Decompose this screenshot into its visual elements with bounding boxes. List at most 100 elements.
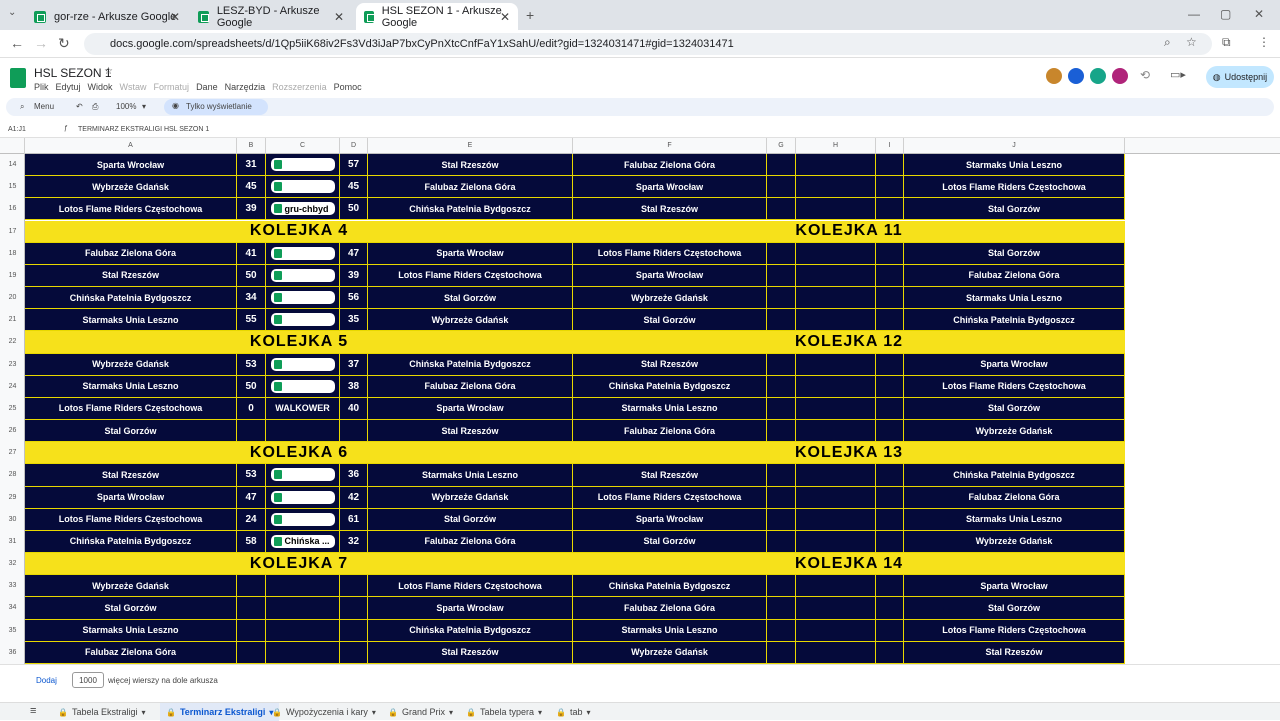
- cell-j[interactable]: Stal Gorzów: [904, 397, 1125, 421]
- cell-j[interactable]: Wybrzeże Gdańsk: [904, 530, 1125, 554]
- cell-j[interactable]: Chińska Patelnia Bydgoszcz: [904, 309, 1125, 332]
- cell-d[interactable]: [340, 641, 368, 664]
- file-chip[interactable]: wro-zbą: [270, 158, 335, 172]
- star-icon[interactable]: ☆: [104, 66, 113, 77]
- menu-tools[interactable]: Narzędzia: [225, 82, 266, 92]
- cell-c[interactable]: Stal Rzesz...: [266, 264, 340, 287]
- cell-e[interactable]: Falubaz Zielona Góra: [368, 375, 573, 398]
- browser-tab-1[interactable]: gor-rze - Arkusze Google ✕: [26, 3, 188, 30]
- cell-i[interactable]: [876, 154, 904, 177]
- column-header-b[interactable]: B: [237, 138, 266, 154]
- cell-g[interactable]: [767, 508, 796, 531]
- cell-d[interactable]: 56: [340, 287, 368, 310]
- cell-h[interactable]: [796, 420, 876, 443]
- meet-icon[interactable]: ▭▸: [1170, 68, 1186, 81]
- sheet-tab[interactable]: 🔒 Grand Prix ▾: [388, 703, 453, 721]
- cell-a[interactable]: Starmaks Unia Leszno: [25, 619, 237, 642]
- sheet-tab[interactable]: 🔒 Wypożyczenia i kary ▾: [272, 703, 376, 721]
- cell-h[interactable]: [796, 176, 876, 199]
- cell-a[interactable]: Falubaz Zielona Góra: [25, 242, 237, 265]
- close-window-icon[interactable]: ✕: [1254, 7, 1264, 21]
- cell-f[interactable]: Starmaks Unia Leszno: [573, 619, 767, 642]
- row-number[interactable]: 18: [0, 243, 25, 265]
- cell-i[interactable]: [876, 420, 904, 443]
- add-rows-button[interactable]: Dodaj: [36, 676, 57, 685]
- row-number[interactable]: 22: [0, 331, 25, 353]
- cell-e[interactable]: Sparta Wrocław: [368, 397, 573, 421]
- round-label[interactable]: KOLEJKA 12: [573, 331, 1125, 352]
- cell-d[interactable]: [340, 597, 368, 620]
- cell-g[interactable]: [767, 464, 796, 487]
- cell-e[interactable]: Lotos Flame Riders Częstochowa: [368, 264, 573, 287]
- cell-b[interactable]: 47: [237, 486, 266, 509]
- cell-h[interactable]: [796, 530, 876, 554]
- chevron-down-icon[interactable]: ▾: [142, 102, 146, 111]
- cell-a[interactable]: Sparta Wrocław: [25, 486, 237, 509]
- search-menus[interactable]: Menu: [34, 102, 54, 111]
- round-label[interactable]: KOLEJKA 13: [573, 442, 1125, 463]
- cell-e[interactable]: Stal Gorzów: [368, 508, 573, 531]
- cell-g[interactable]: [767, 287, 796, 310]
- cell-g[interactable]: [767, 264, 796, 287]
- round-label[interactable]: KOLEJKA 4: [25, 221, 573, 242]
- cell-i[interactable]: [876, 287, 904, 310]
- cell-b[interactable]: 53: [237, 353, 266, 376]
- cell-b[interactable]: 53: [237, 464, 266, 487]
- file-chip[interactable]: Chińska ...: [270, 534, 335, 548]
- cell-g[interactable]: [767, 619, 796, 642]
- cell-j[interactable]: Wybrzeże Gdańsk: [904, 420, 1125, 443]
- sheet-tab[interactable]: 🔒 Terminarz Ekstraligi ▾: [160, 703, 280, 721]
- cell-a[interactable]: Stal Gorzów: [25, 420, 237, 443]
- cell-c[interactable]: [266, 619, 340, 642]
- cell-a[interactable]: Stal Gorzów: [25, 597, 237, 620]
- cell-a[interactable]: Wybrzeże Gdańsk: [25, 176, 237, 199]
- row-number[interactable]: 33: [0, 575, 25, 597]
- cell-j[interactable]: Lotos Flame Riders Częstochowa: [904, 375, 1125, 398]
- cell-b[interactable]: 24: [237, 508, 266, 531]
- cell-j[interactable]: Stal Gorzów: [904, 597, 1125, 620]
- row-number[interactable]: 16: [0, 198, 25, 220]
- cell-f[interactable]: Stal Gorzów: [573, 309, 767, 332]
- cell-e[interactable]: Stal Gorzów: [368, 287, 573, 310]
- cell-h[interactable]: [796, 287, 876, 310]
- sheet-tab[interactable]: 🔒 Tabela typera ▾: [466, 703, 542, 721]
- cell-h[interactable]: [796, 353, 876, 376]
- cell-b[interactable]: 0: [237, 397, 266, 421]
- cell-b[interactable]: [237, 420, 266, 443]
- row-number[interactable]: 34: [0, 597, 25, 619]
- cell-c[interactable]: [266, 575, 340, 598]
- cell-i[interactable]: [876, 309, 904, 332]
- cell-c[interactable]: GDA-BYD: [266, 353, 340, 376]
- file-chip[interactable]: LES-GDA: [270, 313, 335, 327]
- avatar[interactable]: [1046, 68, 1062, 84]
- column-header-j[interactable]: J: [904, 138, 1125, 154]
- cell-c[interactable]: GDA-BYD: [266, 176, 340, 199]
- file-chip[interactable]: Stal Rzesz...: [270, 268, 335, 282]
- file-chip[interactable]: GDA-BYD: [270, 357, 335, 371]
- cell-g[interactable]: [767, 597, 796, 620]
- cell-h[interactable]: [796, 575, 876, 598]
- cell-b[interactable]: [237, 575, 266, 598]
- cell-a[interactable]: Chińska Patelnia Bydgoszcz: [25, 287, 237, 310]
- file-chip[interactable]: Starmak...: [270, 379, 335, 393]
- cell-e[interactable]: Lotos Flame Riders Częstochowa: [368, 575, 573, 598]
- cell-d[interactable]: 32: [340, 530, 368, 554]
- cell-e[interactable]: Starmaks Unia Leszno: [368, 464, 573, 487]
- cell-i[interactable]: [876, 575, 904, 598]
- cell-i[interactable]: [876, 508, 904, 531]
- menu-insert[interactable]: Wstaw: [120, 82, 147, 92]
- row-number[interactable]: 28: [0, 464, 25, 486]
- column-header-h[interactable]: H: [796, 138, 876, 154]
- cell-j[interactable]: Starmaks Unia Leszno: [904, 287, 1125, 310]
- cell-d[interactable]: [340, 619, 368, 642]
- cell-d[interactable]: [340, 420, 368, 443]
- cell-f[interactable]: Wybrzeże Gdańsk: [573, 641, 767, 664]
- chevron-down-icon[interactable]: ▾: [372, 708, 376, 717]
- row-number[interactable]: 15: [0, 176, 25, 198]
- cell-f[interactable]: Lotos Flame Riders Częstochowa: [573, 486, 767, 509]
- cell-f[interactable]: Lotos Flame Riders Częstochowa: [573, 242, 767, 265]
- row-number[interactable]: 27: [0, 442, 25, 464]
- column-header-e[interactable]: E: [368, 138, 573, 154]
- cell-b[interactable]: 39: [237, 198, 266, 221]
- cell-g[interactable]: [767, 154, 796, 177]
